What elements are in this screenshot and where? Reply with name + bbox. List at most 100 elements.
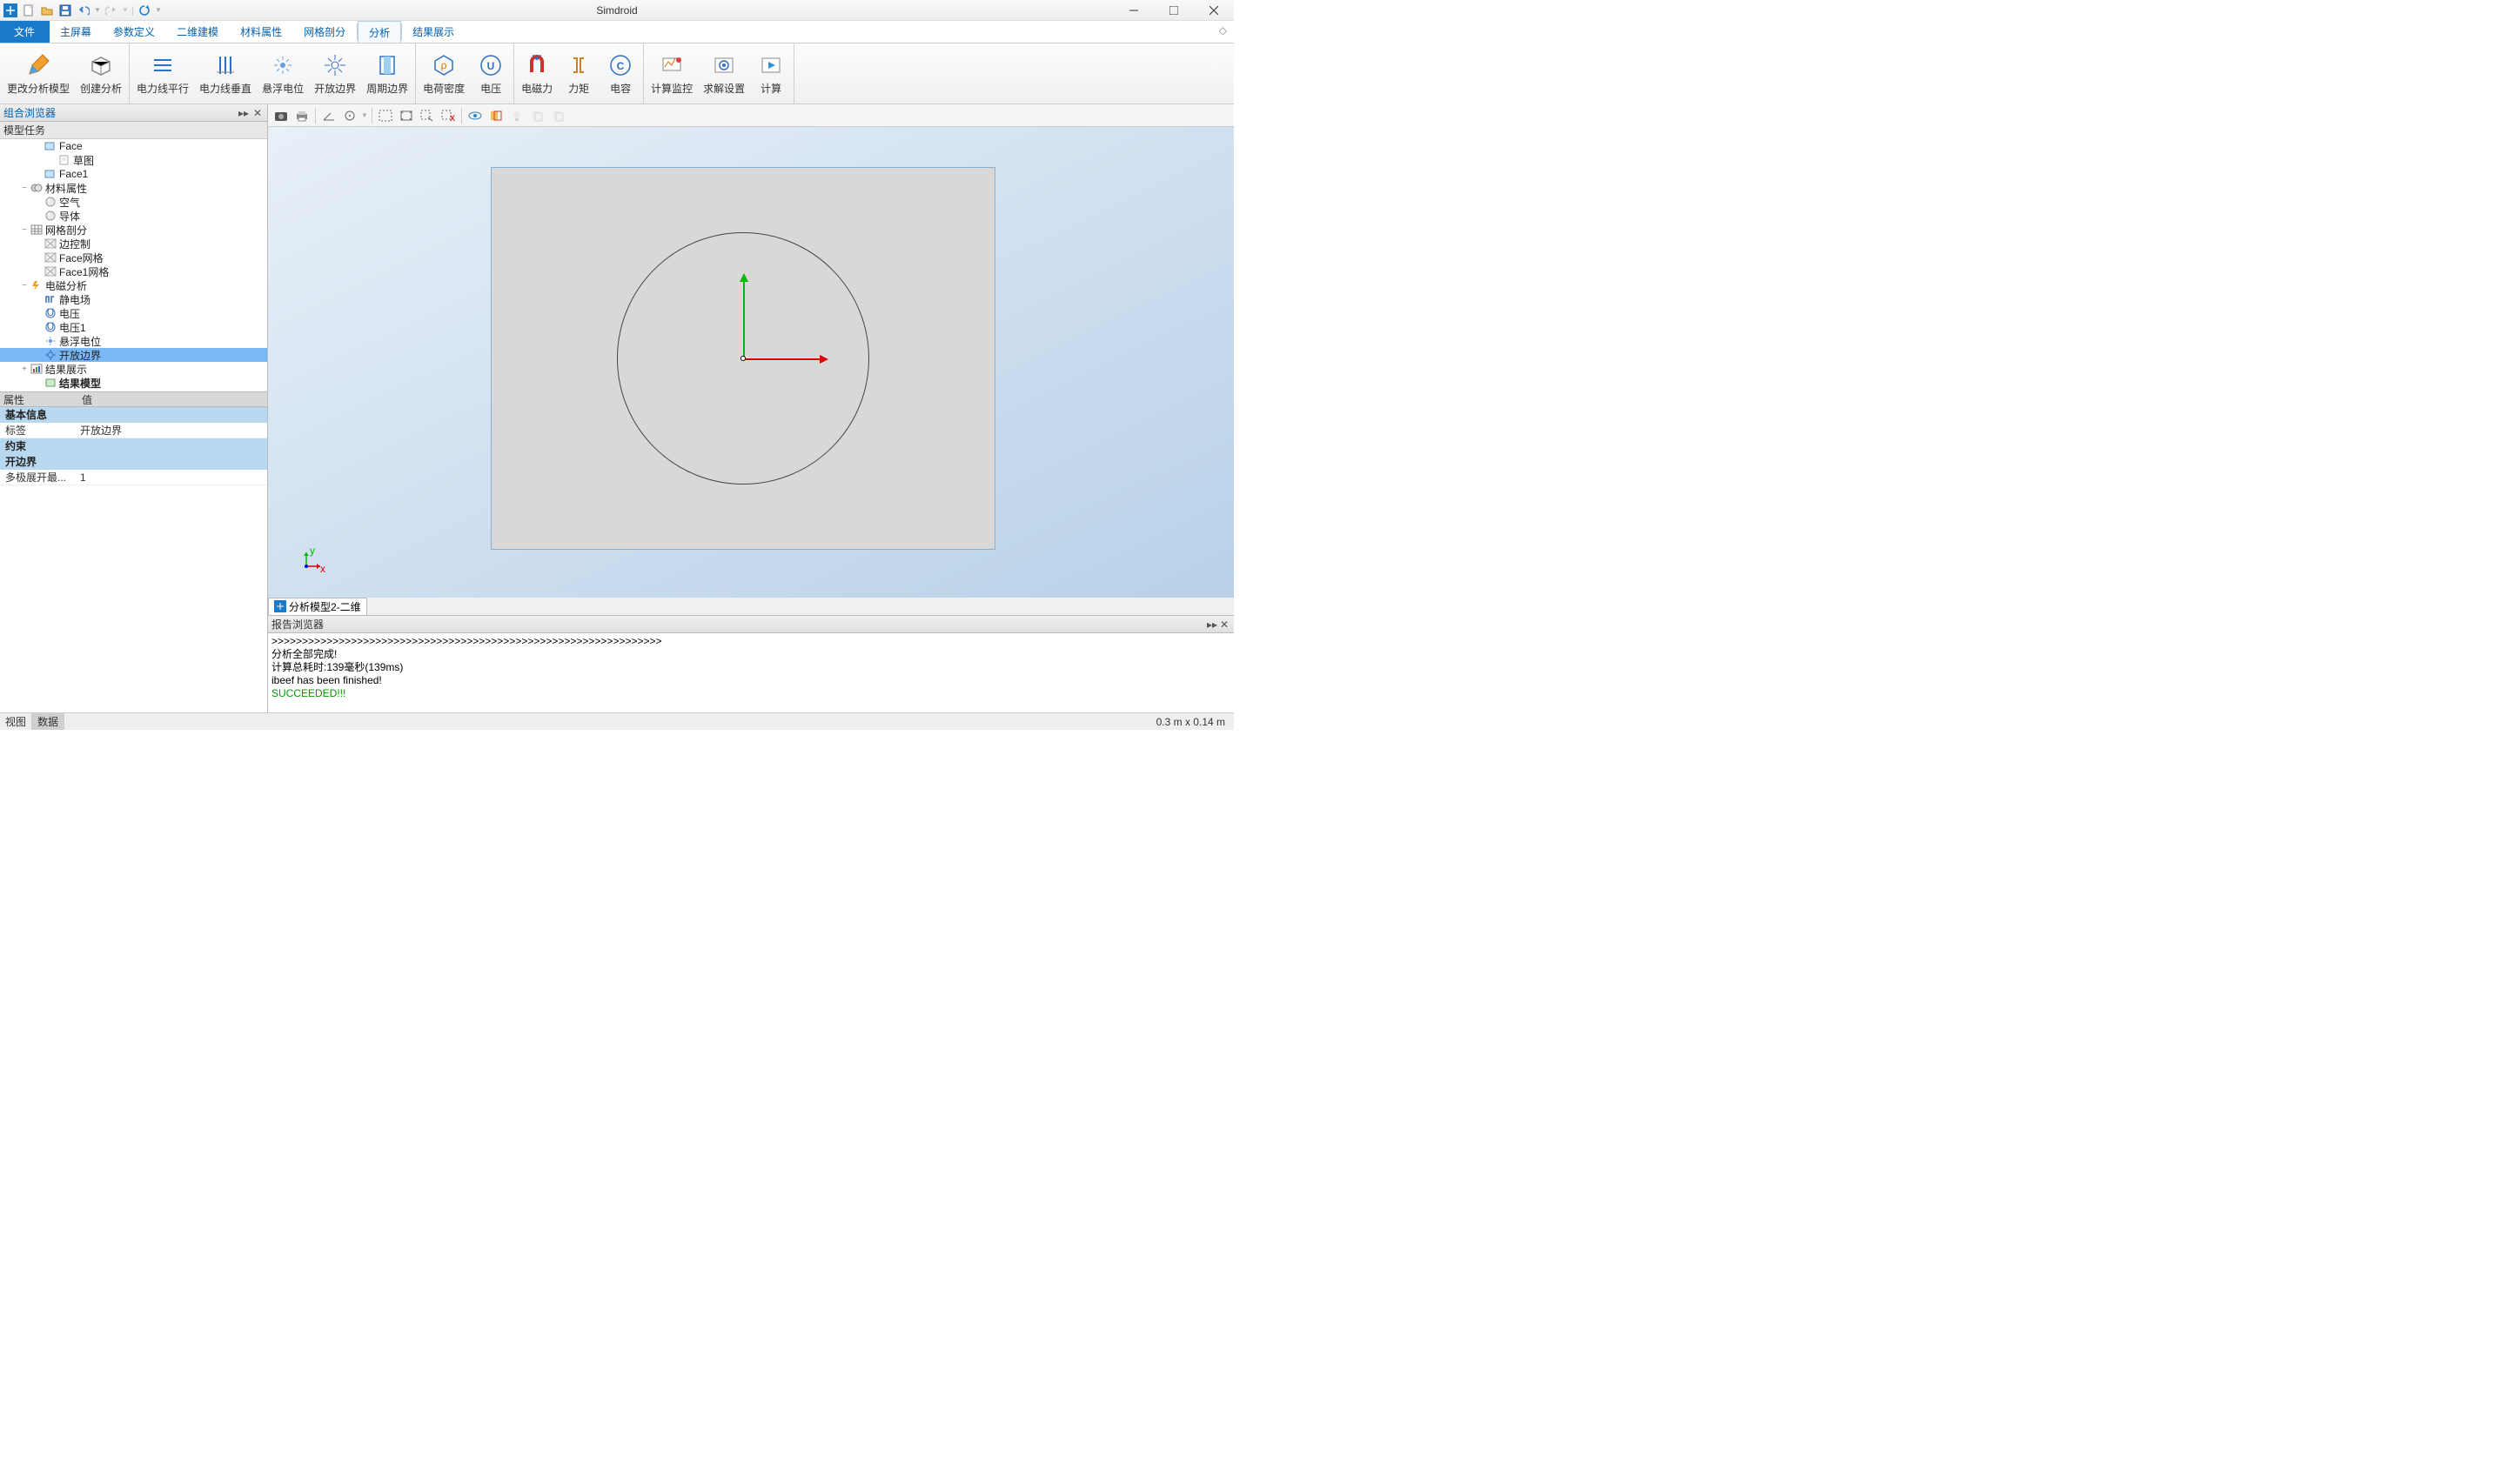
monitor-icon [658,51,686,79]
copy-icon[interactable] [528,106,547,125]
menu-analysis[interactable]: 分析 [358,21,401,43]
tree-node-导体[interactable]: 导体 [0,209,267,223]
monitor-button[interactable]: 计算监控 [646,45,698,102]
minimize-button[interactable] [1114,0,1154,21]
redo-icon[interactable] [104,3,119,18]
gear-icon [710,51,738,79]
menu-home[interactable]: 主屏幕 [50,21,103,43]
status-bar: 视图 数据 0.3 m x 0.14 m [0,712,1234,730]
eye-icon[interactable] [466,106,485,125]
menu-file[interactable]: 文件 [0,21,50,43]
tree-node-Face1[interactable]: Face1 [0,167,267,181]
bulb-icon[interactable] [507,106,526,125]
change-model-button[interactable]: 更改分析模型 [2,45,75,102]
menu-mesh[interactable]: 网格剖分 [293,21,357,43]
menu-materials[interactable]: 材料属性 [230,21,293,43]
tree-label: Face1 [59,168,88,180]
zoom-window-icon[interactable] [376,106,395,125]
tree-header: 模型任务 [0,122,267,139]
highlight-icon[interactable] [486,106,506,125]
tree-node-边控制[interactable]: 边控制 [0,237,267,251]
face-icon [44,140,57,152]
compute-button[interactable]: 计算 [750,45,792,102]
app-title: Simdroid [596,4,637,17]
tree-node-开放边界[interactable]: 开放边界 [0,348,267,362]
target-icon[interactable] [340,106,359,125]
prop-section-constraint: 约束 [0,438,267,454]
save-icon[interactable] [57,3,73,18]
tree-toggle-icon[interactable]: − [19,184,30,193]
stack-icon[interactable] [549,106,568,125]
origin-icon [740,356,746,361]
model-tree[interactable]: Face草图Face1−材料属性空气导体−网格剖分边控制Face网格Face1网… [0,139,267,391]
tree-node-Face[interactable]: Face [0,139,267,153]
tree-node-电压[interactable]: U电压 [0,306,267,320]
svg-text:y: y [310,547,315,557]
em-force-button[interactable]: 电磁力 [516,45,558,102]
panel-collapse-icon[interactable]: ▸▸ [238,107,250,119]
zoom-fit-icon[interactable] [397,106,416,125]
tree-node-电磁分析[interactable]: −电磁分析 [0,278,267,292]
ribbon-collapse-icon[interactable]: ◇ [1212,21,1234,43]
undo-icon[interactable] [76,3,91,18]
menu-2d[interactable]: 二维建模 [166,21,230,43]
tree-toggle-icon[interactable]: + [19,364,30,374]
new-icon[interactable] [21,3,37,18]
solver-settings-button[interactable]: 求解设置 [698,45,750,102]
periodic-button[interactable]: 周期边界 [361,45,413,102]
tree-label: Face网格 [59,251,104,265]
zoom-xyz-icon[interactable]: x [439,106,458,125]
tree-node-Face1网格[interactable]: Face1网格 [0,264,267,278]
quick-access-toolbar: ▼ ▼ | ▼ [0,3,162,18]
report-close-icon[interactable]: ✕ [1218,618,1230,631]
print-icon[interactable] [292,106,312,125]
prop-row-multipole[interactable]: 多极展开最... 1 [0,470,267,485]
tree-node-草图[interactable]: 草图 [0,153,267,167]
close-button[interactable] [1194,0,1234,21]
tree-node-网格剖分[interactable]: −网格剖分 [0,223,267,237]
open-boundary-button[interactable]: 开放边界 [309,45,361,102]
report-line: 分析全部完成! [271,648,1230,661]
perpendicular-button[interactable]: 电力线垂直 [194,45,257,102]
capacitance-button[interactable]: C电容 [600,45,641,102]
rays-icon [321,51,349,79]
tree-node-结果展示[interactable]: +结果展示 [0,362,267,376]
tree-node-材料属性[interactable]: −材料属性 [0,181,267,195]
viewport-tab[interactable]: 分析模型2-二维 [268,598,367,616]
parallel-button[interactable]: 电力线平行 [131,45,194,102]
tree-toggle-icon[interactable]: − [19,225,30,235]
tree-node-结果模型[interactable]: 结果模型 [0,376,267,390]
torque-button[interactable]: 力矩 [558,45,600,102]
result-icon [30,363,44,375]
angle-icon[interactable] [319,106,338,125]
tree-node-悬浮电位[interactable]: 悬浮电位 [0,334,267,348]
zoom-select-icon[interactable] [418,106,437,125]
create-analysis-button[interactable]: 创建分析 [75,45,127,102]
app-logo-icon[interactable] [3,3,18,18]
tree-toggle-icon[interactable]: − [19,281,30,291]
tree-label: Face [59,140,83,152]
sidebar-header: 组合浏览器 ▸▸ ✕ [0,104,267,122]
prop-row-label[interactable]: 标签 开放边界 [0,423,267,438]
viewport[interactable]: yx [268,127,1234,598]
status-tab-view[interactable]: 视图 [0,713,32,730]
tree-label: 边控制 [59,237,90,251]
float-potential-button[interactable]: 悬浮电位 [257,45,309,102]
menu-results[interactable]: 结果展示 [402,21,466,43]
status-tab-data[interactable]: 数据 [32,713,64,730]
report-collapse-icon[interactable]: ▸▸ [1206,618,1218,631]
report-body[interactable]: >>>>>>>>>>>>>>>>>>>>>>>>>>>>>>>>>>>>>>>>… [268,633,1234,712]
tree-node-Face网格[interactable]: Face网格 [0,251,267,264]
tree-node-电压1[interactable]: U电压1 [0,320,267,334]
tree-node-空气[interactable]: 空气 [0,195,267,209]
voltage-button[interactable]: U电压 [470,45,512,102]
prop-col-val: 值 [82,392,92,406]
tree-node-静电场[interactable]: 静电场 [0,292,267,306]
panel-close-icon[interactable]: ✕ [251,107,264,119]
charge-density-button[interactable]: ρ电荷密度 [418,45,470,102]
refresh-icon[interactable] [137,3,152,18]
open-icon[interactable] [39,3,55,18]
camera-icon[interactable] [271,106,291,125]
menu-params[interactable]: 参数定义 [103,21,166,43]
maximize-button[interactable] [1154,0,1194,21]
